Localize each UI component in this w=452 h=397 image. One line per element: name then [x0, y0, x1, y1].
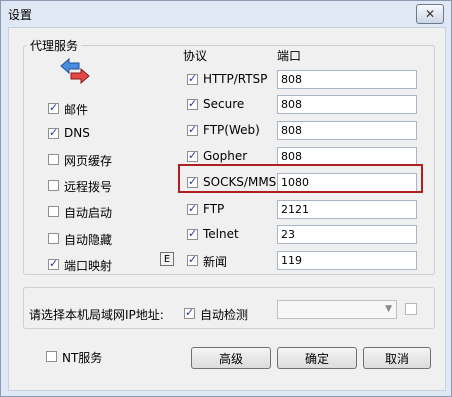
- close-icon: ✕: [424, 7, 436, 21]
- dialog-client: 代理服务 协议 端口 邮件 DNS 网页缓存远程拨号自动启动自动隐藏端口映射 E H…: [8, 27, 446, 391]
- chevron-down-icon: ▼: [385, 304, 392, 314]
- option-checkbox[interactable]: [48, 154, 59, 165]
- port-input[interactable]: 2121: [277, 200, 417, 219]
- settings-window: 设置 ✕ 代理服务 协议 端口 邮件 DNS 网页缓存远程拨号自动启动自动隐藏端口映…: [0, 0, 452, 397]
- lan-ip-label: 请选择本机局域网IP地址:: [29, 308, 164, 322]
- socks-highlight-box: [178, 164, 423, 193]
- nt-service-label: NT服务: [62, 351, 103, 365]
- protocol-label: 新闻: [203, 255, 228, 269]
- option-label: 远程拨号: [64, 180, 113, 194]
- nt-service-checkbox[interactable]: [46, 351, 57, 362]
- protocol-checkbox[interactable]: [187, 72, 198, 85]
- protocol-column-header: 协议: [183, 49, 208, 63]
- auto-detect-label: 自动检测: [200, 308, 249, 322]
- option-checkbox[interactable]: [48, 101, 59, 114]
- lan-ip-extra-checkbox[interactable]: [405, 303, 417, 315]
- port-input[interactable]: 119: [277, 251, 417, 270]
- option-label: 自动隐藏: [64, 233, 113, 247]
- port-input[interactable]: 808: [277, 95, 417, 114]
- option-label: 自动启动: [64, 206, 113, 220]
- protocol-label: FTP: [203, 202, 225, 216]
- option-checkbox[interactable]: [48, 126, 59, 139]
- option-label: 邮件: [64, 103, 89, 117]
- protocol-label: Telnet: [203, 227, 239, 241]
- port-input[interactable]: 23: [277, 225, 417, 244]
- protocol-label: FTP(Web): [203, 123, 260, 137]
- option-checkbox[interactable]: [48, 180, 59, 191]
- protocol-label: Gopher: [203, 149, 248, 163]
- close-button[interactable]: ✕: [416, 4, 444, 24]
- proxy-group-label: 代理服务: [27, 37, 82, 54]
- advanced-button[interactable]: 高级: [191, 347, 271, 369]
- port-column-header: 端口: [277, 49, 302, 63]
- protocol-checkbox[interactable]: [187, 202, 198, 215]
- protocol-checkbox[interactable]: [187, 253, 198, 266]
- ok-button[interactable]: 确定: [277, 347, 357, 369]
- protocol-checkbox[interactable]: [187, 149, 198, 162]
- lan-ip-select[interactable]: ▼: [277, 300, 397, 319]
- option-checkbox[interactable]: [48, 257, 59, 270]
- port-input[interactable]: 808: [277, 121, 417, 140]
- title-bar: 设置 ✕: [1, 1, 451, 27]
- option-checkbox[interactable]: [48, 233, 59, 244]
- option-checkbox[interactable]: [48, 206, 59, 217]
- protocol-checkbox[interactable]: [187, 97, 198, 110]
- edit-mapping-button[interactable]: E: [160, 252, 174, 266]
- protocol-label: HTTP/RTSP: [203, 72, 268, 86]
- auto-detect-checkbox[interactable]: [184, 306, 195, 319]
- cancel-button[interactable]: 取消: [363, 347, 431, 369]
- option-label: DNS: [64, 126, 90, 140]
- protocol-checkbox[interactable]: [187, 227, 198, 240]
- protocol-label: Secure: [203, 97, 245, 111]
- option-label: 网页缓存: [64, 154, 113, 168]
- port-input[interactable]: 808: [277, 70, 417, 89]
- network-arrows-icon: [60, 58, 90, 84]
- protocol-checkbox[interactable]: [187, 123, 198, 136]
- window-title: 设置: [8, 8, 33, 22]
- option-label: 端口映射: [64, 259, 113, 273]
